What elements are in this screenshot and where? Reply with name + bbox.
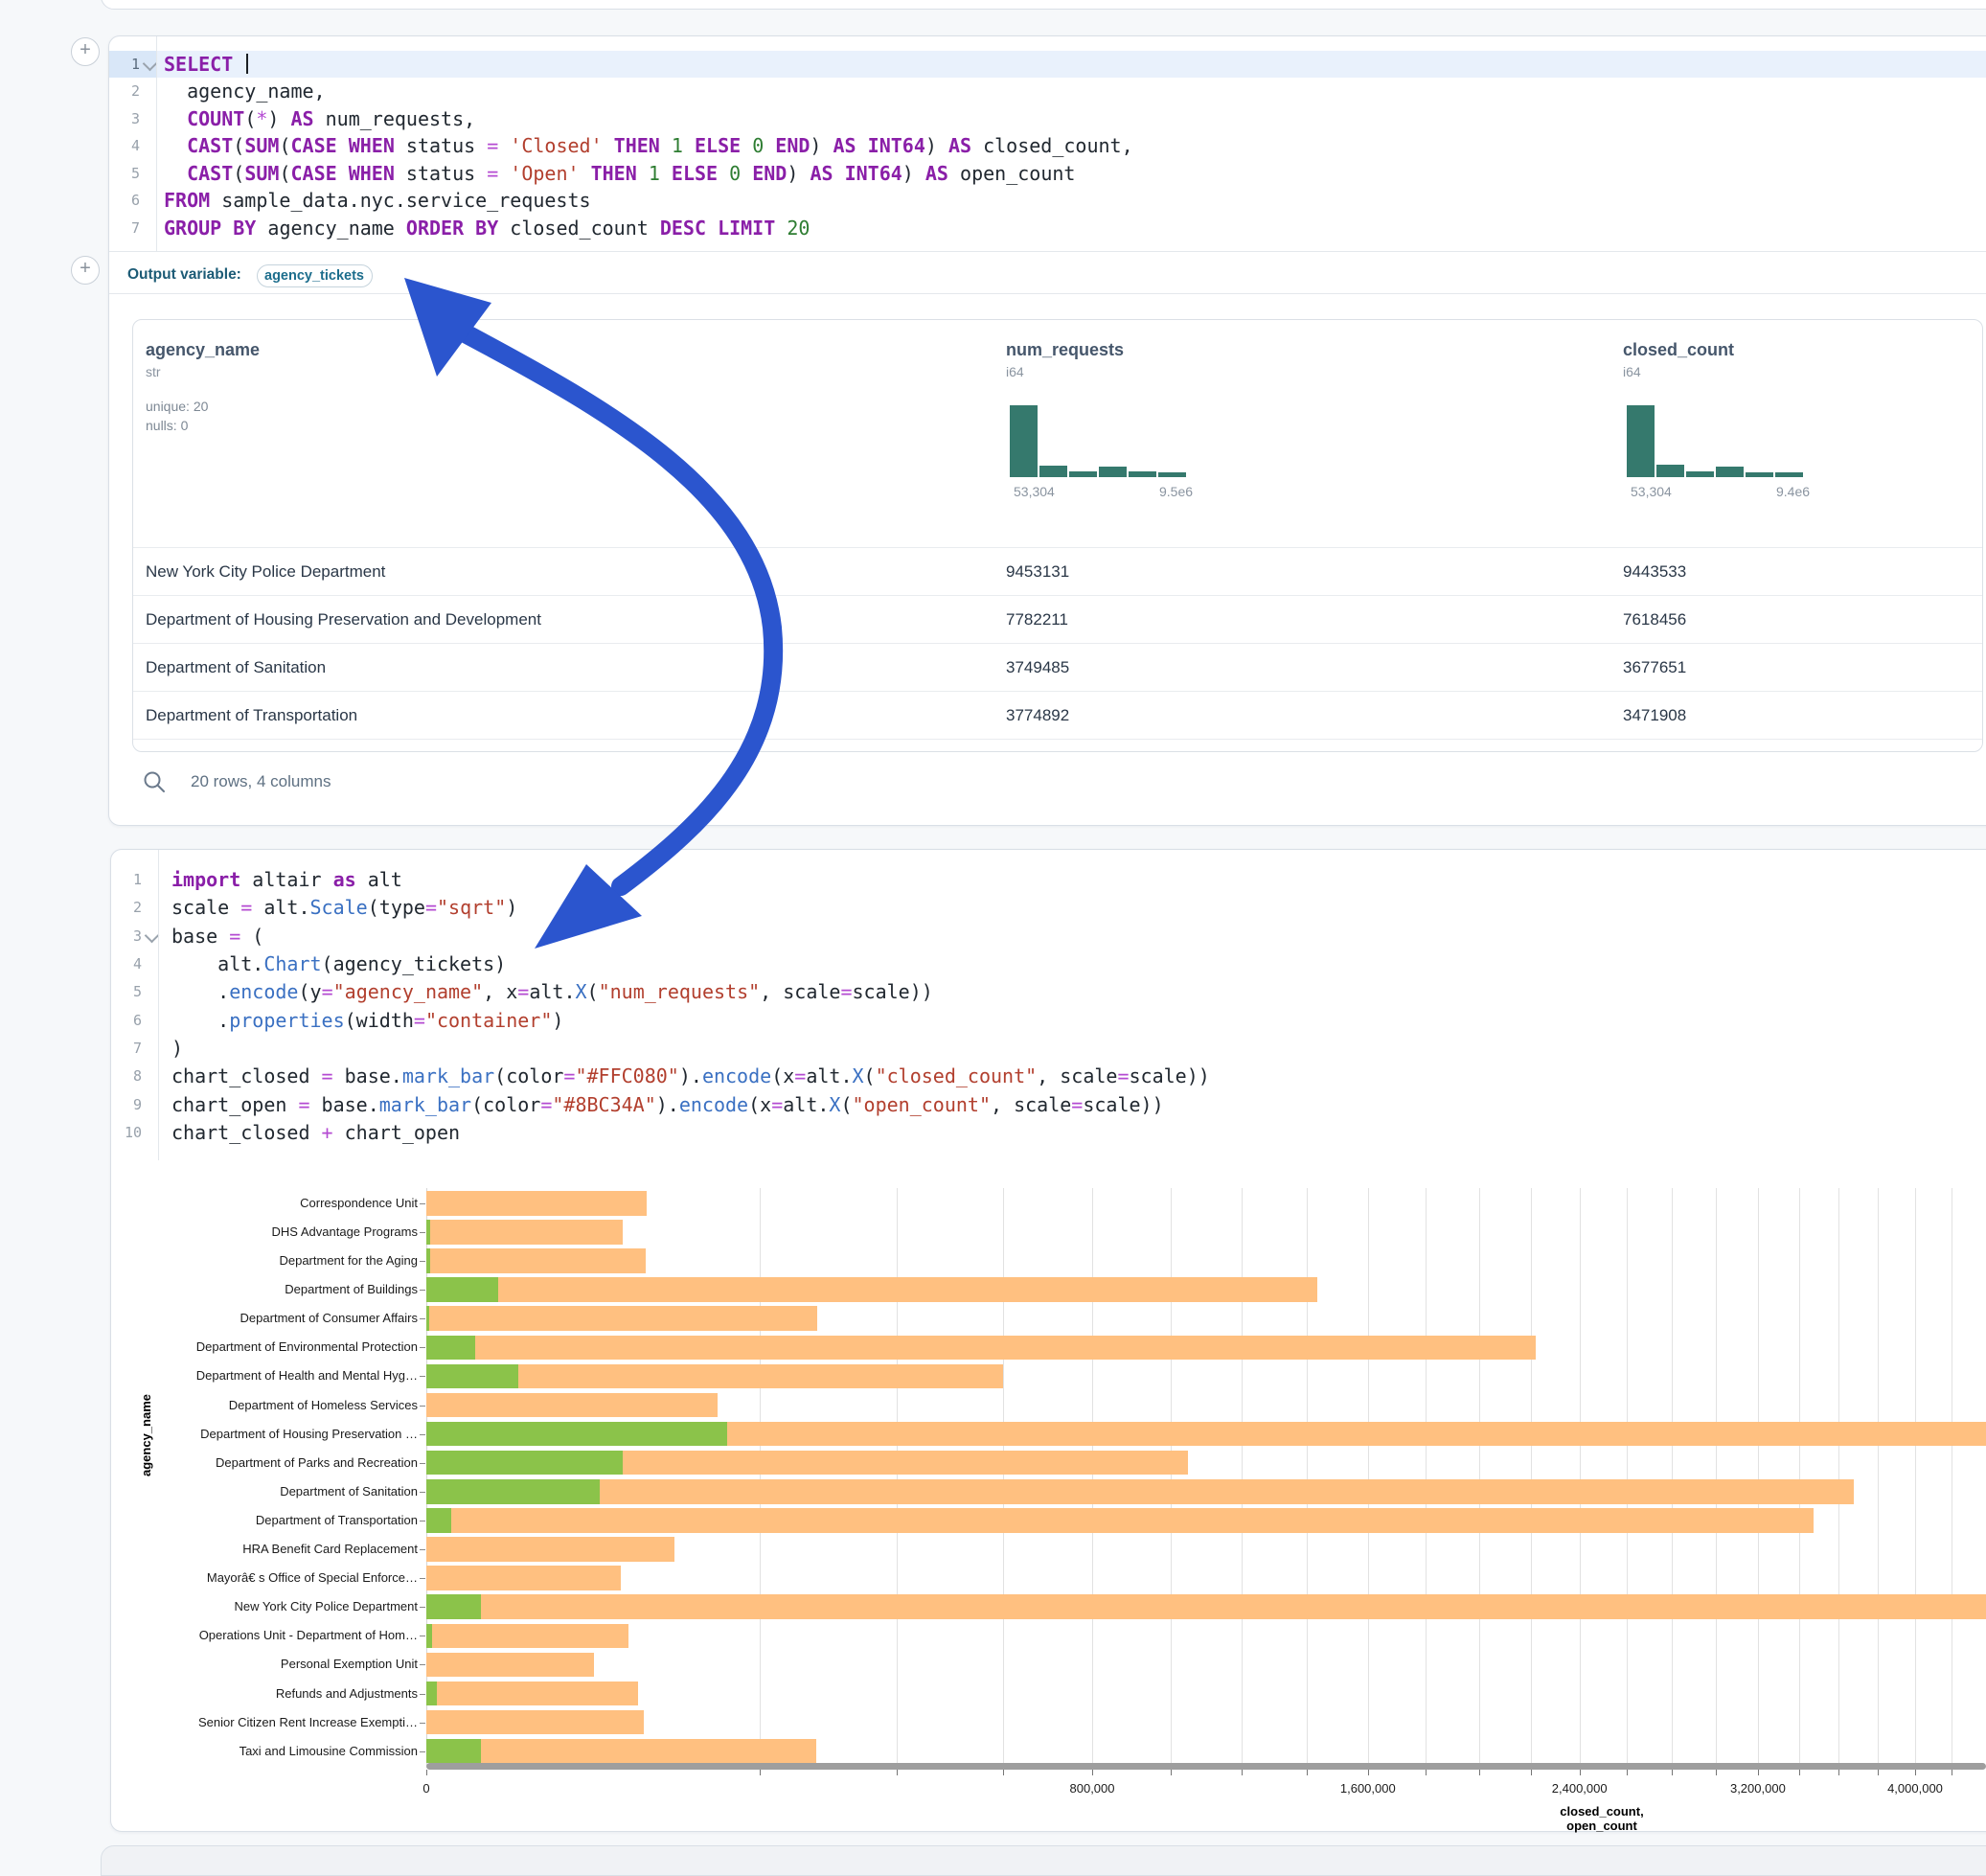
table-row-count: 20 rows, 4 columns xyxy=(191,772,331,791)
code-line[interactable]: chart_closed + chart_open xyxy=(171,1119,460,1146)
cell-value: 3677651 xyxy=(1623,658,1686,677)
code-line[interactable]: .properties(width="container") xyxy=(171,1007,563,1034)
sql-cell: 1 SELECT 2 agency_name, 3 COUNT(*) AS num_… xyxy=(108,35,1986,826)
column-stat: unique: 20 xyxy=(146,399,208,414)
code-line[interactable]: CAST(SUM(CASE WHEN status = 'Open' THEN … xyxy=(164,160,1075,187)
table-search-button[interactable] xyxy=(142,769,167,794)
results-table: agency_namestr unique: 20 nulls: 0 num_requ… xyxy=(132,319,1983,752)
text-cursor xyxy=(246,54,248,74)
row-divider xyxy=(133,691,1982,692)
line-number: 10 xyxy=(111,1119,142,1146)
cell-value: 7782211 xyxy=(1006,610,1068,629)
line-number: 7 xyxy=(111,1035,142,1062)
column-histogram xyxy=(1010,405,1187,477)
line-number: 2 xyxy=(109,78,140,104)
row-divider xyxy=(133,643,1982,644)
line-number: 5 xyxy=(109,160,140,187)
cell-agency-name: Department of Sanitation xyxy=(146,658,326,677)
column-histogram xyxy=(1627,405,1804,477)
row-divider xyxy=(133,595,1982,596)
code-line[interactable]: import altair as alt xyxy=(171,866,402,893)
code-line[interactable]: CAST(SUM(CASE WHEN status = 'Closed' THE… xyxy=(164,132,1133,159)
column-header[interactable]: num_requests xyxy=(1006,340,1124,360)
active-line-highlight xyxy=(156,51,1986,78)
output-variable-input[interactable]: agency_tickets xyxy=(257,264,373,287)
code-line[interactable]: .encode(y="agency_name", x=alt.X("num_re… xyxy=(171,978,933,1005)
row-divider xyxy=(133,547,1982,548)
line-number: 3 xyxy=(111,923,142,949)
previous-cell-edge xyxy=(101,0,1986,10)
line-number: 3 xyxy=(109,105,140,132)
sql-editor[interactable]: 1 SELECT 2 agency_name, 3 COUNT(*) AS num_… xyxy=(109,36,1986,251)
search-icon xyxy=(142,769,167,794)
notebook-page: + + 1 SELECT 2 agency_name, 3 COUNT(*) AS … xyxy=(0,0,1986,1863)
line-number: 9 xyxy=(111,1091,142,1118)
line-number: 5 xyxy=(111,978,142,1005)
next-cell-edge xyxy=(101,1845,1986,1876)
column-type: i64 xyxy=(1006,364,1024,379)
cell-agency-name: New York City Police Department xyxy=(146,562,385,582)
sql-editor-divider xyxy=(109,251,1986,252)
line-number: 4 xyxy=(109,132,140,159)
line-number: 6 xyxy=(109,187,140,214)
code-line[interactable]: base = ( xyxy=(171,923,263,949)
histogram-max-label: 9.4e6 xyxy=(1776,484,1810,499)
column-type: i64 xyxy=(1623,364,1641,379)
column-stat: nulls: 0 xyxy=(146,418,188,433)
cell-agency-name: Department of Transportation xyxy=(146,706,357,725)
gutter-divider xyxy=(156,36,157,251)
fold-chevron-icon[interactable] xyxy=(145,927,160,943)
column-type: str xyxy=(146,364,161,379)
code-line[interactable]: ) xyxy=(171,1035,183,1062)
chart-horizontal-scrollbar[interactable] xyxy=(426,1763,1986,1770)
histogram-min-label: 53,304 xyxy=(1631,484,1672,499)
code-line[interactable]: scale = alt.Scale(type="sqrt") xyxy=(171,894,517,921)
add-cell-button-mid[interactable]: + xyxy=(71,256,100,285)
cell-value: 3774892 xyxy=(1006,706,1069,725)
code-line[interactable]: SELECT xyxy=(164,51,244,78)
cell-value: 9453131 xyxy=(1006,562,1069,582)
histogram-min-label: 53,304 xyxy=(1014,484,1055,499)
code-line[interactable]: FROM sample_data.nyc.service_requests xyxy=(164,187,591,214)
line-number: 2 xyxy=(111,894,142,921)
code-line[interactable]: chart_open = base.mark_bar(color="#8BC34… xyxy=(171,1091,1164,1118)
cell-agency-name: Department of Housing Preservation and D… xyxy=(146,610,541,629)
cell-value: 7618456 xyxy=(1623,610,1686,629)
python-editor[interactable]: 1 import altair as alt 2 scale = alt.Scale(… xyxy=(111,850,1986,1160)
output-variable-label: Output variable: xyxy=(127,266,241,284)
column-header[interactable]: closed_count xyxy=(1623,340,1734,360)
line-number: 1 xyxy=(111,866,142,893)
row-divider xyxy=(133,739,1982,740)
line-number: 7 xyxy=(109,215,140,241)
line-number: 4 xyxy=(111,950,142,977)
column-header[interactable]: agency_name xyxy=(146,340,260,360)
cell-value: 9443533 xyxy=(1623,562,1686,582)
code-line[interactable]: GROUP BY agency_name ORDER BY closed_cou… xyxy=(164,215,810,241)
cell-value: 3471908 xyxy=(1623,706,1686,725)
line-number: 6 xyxy=(111,1007,142,1034)
python-cell: 1 import altair as alt 2 scale = alt.Scale(… xyxy=(110,849,1986,1832)
cell-value: 3749485 xyxy=(1006,658,1069,677)
code-line[interactable]: COUNT(*) AS num_requests, xyxy=(164,105,475,132)
code-line[interactable]: alt.Chart(agency_tickets) xyxy=(171,950,506,977)
line-number: 8 xyxy=(111,1063,142,1089)
add-cell-button-top[interactable]: + xyxy=(71,37,100,66)
gutter-divider xyxy=(158,850,159,1160)
histogram-max-label: 9.5e6 xyxy=(1159,484,1193,499)
code-line[interactable]: chart_closed = base.mark_bar(color="#FFC… xyxy=(171,1063,1210,1089)
code-line[interactable]: agency_name, xyxy=(164,78,326,104)
output-row-divider xyxy=(109,293,1986,294)
line-number: 1 xyxy=(109,51,140,78)
